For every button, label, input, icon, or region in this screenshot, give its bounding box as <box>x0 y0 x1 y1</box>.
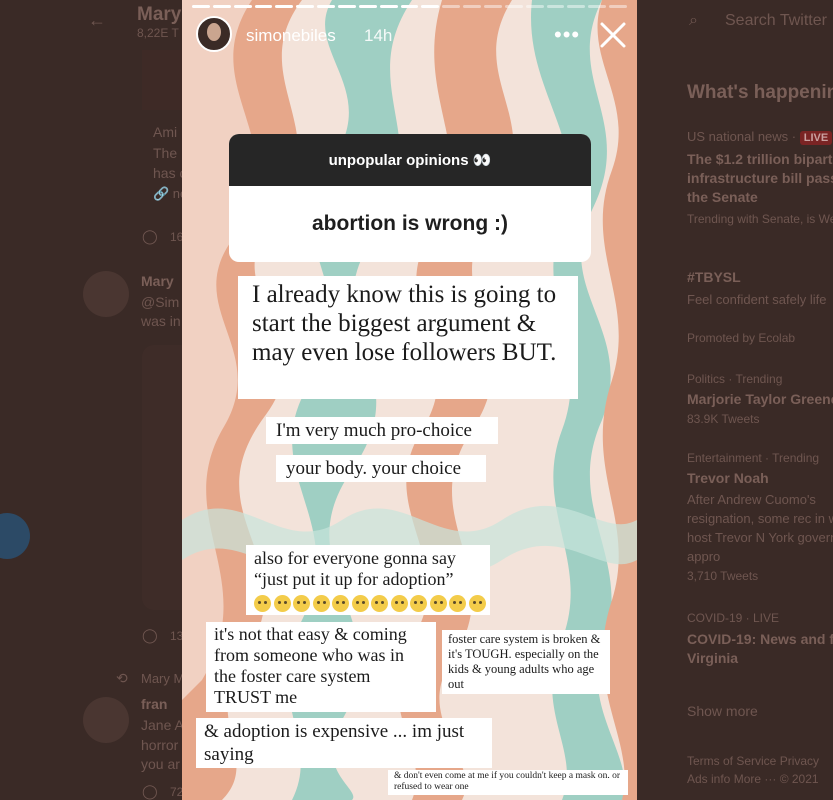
story-username[interactable]: simonebiles <box>246 26 336 46</box>
retweet-label: Mary M <box>141 671 185 686</box>
note-text: also for everyone gonna say “just put it… <box>254 548 456 589</box>
trend-subtitle: After Andrew Cuomo's resignation, some r… <box>687 492 833 564</box>
trend-subtitle: Feel confident safely life <box>687 292 827 307</box>
story-text-note: & adoption is expensive ... im just sayi… <box>196 718 492 768</box>
tweet-text-line: Jane A <box>141 717 184 733</box>
tweet-text-line: you ar <box>141 756 180 772</box>
show-more-link[interactable]: Show more <box>687 703 758 719</box>
story-text-note: also for everyone gonna say “just put it… <box>246 545 490 615</box>
eye-roll-emoji-icon <box>410 595 427 613</box>
search-icon: ⌕ <box>689 12 698 29</box>
trend-count: 3,710 Tweets <box>687 569 759 583</box>
trend-title[interactable]: #TBYSL <box>687 269 741 285</box>
more-options-icon[interactable]: ••• <box>554 22 580 48</box>
eye-roll-emoji-icon <box>468 595 486 613</box>
story-timestamp: 14h <box>364 26 393 45</box>
question-sticker: unpopular opinions 👀 abortion is wrong :… <box>229 134 591 262</box>
eye-roll-emoji-icon <box>293 595 310 613</box>
question-answer: abortion is wrong :) <box>312 212 508 235</box>
story-text-note: your body. your choice <box>276 455 486 482</box>
avatar[interactable] <box>83 697 129 743</box>
story-text-note: it's not that easy & coming from someone… <box>206 622 436 712</box>
tweet-author-name[interactable]: fran <box>141 696 167 712</box>
tweet-media <box>142 50 182 110</box>
reply-icon[interactable]: ◯ <box>142 783 158 800</box>
tweet-text-line: Ami <box>153 124 178 140</box>
story-text-note: I'm very much pro-choice <box>266 417 498 444</box>
retweet-icon: ⟲ <box>116 670 128 686</box>
promoted-label: Promoted by Ecolab <box>687 331 796 345</box>
tweet-text-line: was in <box>141 313 181 329</box>
footer-links[interactable]: Ads info More ··· © 2021 <box>687 772 819 786</box>
search-input[interactable]: Search Twitter <box>725 12 827 30</box>
tweet-author-handle: @Sim <box>141 294 180 310</box>
trend-title[interactable]: Trevor Noah <box>687 470 769 486</box>
trend-count: 83.9K Tweets <box>687 412 760 426</box>
trend-meta: Politics · Trending <box>687 372 783 386</box>
tweet-text-line: horror <box>141 737 179 753</box>
twitter-sidebar: ⌕ Search Twitter What's happening US nat… <box>637 0 833 800</box>
close-icon[interactable] <box>596 18 630 52</box>
profile-title: Mary <box>137 4 182 25</box>
trend-meta: Entertainment · Trending <box>687 451 820 465</box>
story-text-note: I already know this is going to start th… <box>238 276 578 399</box>
eye-roll-emoji-icon <box>390 595 408 613</box>
reply-icon[interactable]: ◯ <box>142 627 158 644</box>
eye-roll-emoji-icon <box>371 595 388 613</box>
eye-roll-emoji-icon <box>449 595 466 613</box>
trend-item[interactable]: US national news · LIVE <box>687 128 833 146</box>
eye-roll-emoji-icon <box>429 595 447 613</box>
footer-links[interactable]: Terms of Service Privacy <box>687 754 819 768</box>
eye-roll-emoji-row <box>254 592 486 613</box>
avatar[interactable] <box>196 16 232 52</box>
eye-roll-emoji-icon <box>351 595 369 613</box>
tweet-text-line: The <box>153 145 178 161</box>
question-title: unpopular opinions 👀 <box>229 134 591 186</box>
twitter-timeline: ← Mary 8,22E T Ami The has c 🔗 ne ◯ 16 M… <box>0 0 187 800</box>
eye-roll-emoji-icon <box>254 595 271 613</box>
trend-subtitle: Trending with Senate, is Week <box>687 212 833 226</box>
eye-roll-emoji-icon <box>273 595 291 613</box>
reply-icon[interactable]: ◯ <box>142 228 158 245</box>
avatar[interactable] <box>83 271 129 317</box>
story-text-note: & don't even come at me if you couldn't … <box>388 770 628 795</box>
trend-meta: COVID-19 · LIVE <box>687 611 780 625</box>
instagram-story[interactable]: simonebiles 14h ••• unpopular opinions 👀… <box>182 0 637 800</box>
whats-happening-heading: What's happening <box>687 82 833 103</box>
eye-roll-emoji-icon <box>332 595 349 613</box>
tweet-author-name[interactable]: Mary <box>141 273 174 289</box>
eye-roll-emoji-icon <box>312 595 330 613</box>
trend-title[interactable]: COVID-19: News and for Virginia <box>687 630 833 668</box>
trend-title[interactable]: Marjorie Taylor Greene <box>687 391 833 407</box>
story-text-note: foster care system is broken & it's TOUG… <box>442 630 610 694</box>
back-arrow-icon[interactable]: ← <box>88 10 106 31</box>
profile-tweet-count: 8,22E T <box>137 26 179 40</box>
tweet-media <box>142 345 182 610</box>
trend-title[interactable]: The $1.2 trillion bipartisan infrastruct… <box>687 150 833 207</box>
live-badge: LIVE <box>799 131 833 145</box>
story-progress-bar <box>192 5 628 8</box>
